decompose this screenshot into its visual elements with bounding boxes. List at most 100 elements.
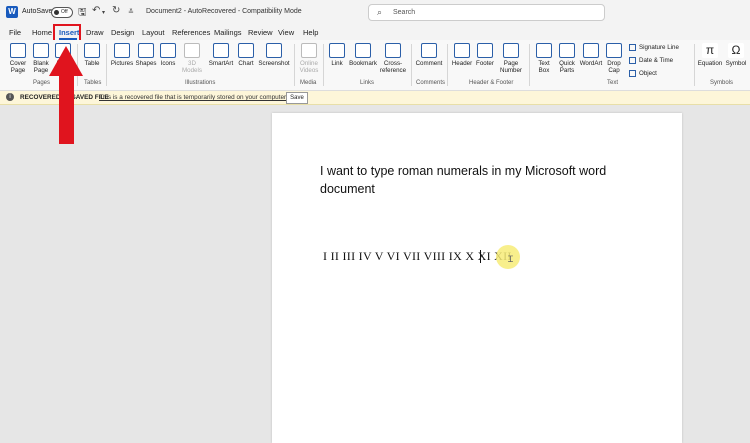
blank-page-icon	[33, 43, 49, 58]
quick-parts-button[interactable]: Quick Parts	[556, 43, 578, 74]
group-media-label: Media	[300, 80, 317, 86]
page-number-button[interactable]: Page Number	[497, 43, 525, 74]
cover-page-icon	[10, 43, 26, 58]
ribbon-separator	[323, 44, 324, 86]
text-box-button[interactable]: Text Box	[534, 43, 554, 74]
pi-icon: π	[702, 43, 718, 58]
tab-draw[interactable]: Draw	[86, 28, 104, 37]
ribbon-separator	[106, 44, 107, 86]
online-videos-button[interactable]: Online Videos	[297, 43, 321, 74]
roman-numerals-line[interactable]: I II III IV V VI VII VIII IX X XI XII	[323, 249, 512, 264]
3d-models-icon	[184, 43, 200, 58]
ibeam-cursor-icon: Ɪ	[508, 254, 514, 264]
table-icon	[84, 43, 100, 58]
tab-file[interactable]: File	[9, 28, 21, 37]
group-links-label: Links	[360, 80, 375, 86]
ribbon-separator	[294, 44, 295, 86]
search-icon: ⌕	[377, 7, 383, 17]
pictures-button[interactable]: Pictures	[110, 43, 134, 67]
link-icon	[329, 43, 345, 58]
group-symbols-label: Symbols	[710, 80, 734, 86]
ribbon-separator	[694, 44, 695, 86]
cover-page-button[interactable]: Cover Page	[6, 43, 30, 74]
autosave-state: Off	[61, 9, 68, 15]
word-logo-icon: W	[6, 6, 18, 18]
icons-icon	[160, 43, 176, 58]
text-box-icon	[536, 43, 552, 58]
ribbon-separator	[411, 44, 412, 86]
bookmark-button[interactable]: Bookmark	[348, 43, 378, 67]
ribbon-separator	[447, 44, 448, 86]
chart-icon	[238, 43, 254, 58]
tab-mailings[interactable]: Mailings	[214, 28, 242, 37]
tab-home[interactable]: Home	[32, 28, 52, 37]
smartart-icon	[213, 43, 229, 58]
undo-dropdown-icon[interactable]: ▾	[102, 9, 105, 16]
smartart-button[interactable]: SmartArt	[207, 43, 235, 67]
autosave-label: AutoSave	[22, 8, 53, 15]
cross-reference-button[interactable]: Cross-reference	[378, 43, 408, 74]
icons-button[interactable]: Icons	[158, 43, 178, 67]
shapes-button[interactable]: Shapes	[135, 43, 157, 67]
ribbon-separator	[529, 44, 530, 86]
document-paragraph[interactable]: I want to type roman numerals in my Micr…	[320, 162, 640, 198]
screenshot-icon	[266, 43, 282, 58]
group-comments-label: Comments	[416, 80, 446, 86]
tab-layout[interactable]: Layout	[142, 28, 165, 37]
group-text-label: Text	[607, 80, 619, 86]
bookmark-icon	[355, 43, 371, 58]
title-bar: W AutoSave Off 🖫 ↶ ▾ ↻ ≚ Document2 - Aut…	[0, 0, 750, 24]
group-illustrations-label: Illustrations	[185, 80, 216, 86]
header-icon	[454, 43, 470, 58]
shapes-icon	[138, 43, 154, 58]
omega-icon: Ω	[728, 43, 744, 58]
3d-models-button[interactable]: 3D Models	[180, 43, 204, 74]
online-videos-icon	[301, 43, 317, 58]
search-box[interactable]: ⌕ Search	[368, 4, 605, 21]
text-cursor	[480, 250, 481, 263]
cross-reference-icon	[385, 43, 401, 58]
redo-icon[interactable]: ↻	[112, 5, 120, 16]
red-arrow-shaft	[59, 74, 74, 144]
tab-view[interactable]: View	[278, 28, 294, 37]
footer-button[interactable]: Footer	[474, 43, 496, 67]
date-time-button[interactable]: Date & Time	[629, 57, 673, 64]
footer-icon	[477, 43, 493, 58]
pictures-icon	[114, 43, 130, 58]
autosave-toggle[interactable]: Off	[51, 7, 73, 18]
symbol-button[interactable]: Ω Symbol	[724, 43, 748, 67]
group-pages-label: Pages	[33, 80, 51, 86]
red-arrow-head-icon	[49, 46, 83, 76]
object-icon	[629, 70, 636, 77]
drop-cap-button[interactable]: Drop Cap	[605, 43, 623, 74]
chart-button[interactable]: Chart	[236, 43, 256, 67]
message-save-button[interactable]: Save	[286, 92, 308, 104]
signature-line-icon	[629, 44, 636, 51]
comment-button[interactable]: Comment	[414, 43, 444, 67]
undo-icon[interactable]: ↶	[92, 5, 100, 16]
tab-help[interactable]: Help	[303, 28, 318, 37]
message-link[interactable]: This is a recovered file that is tempora…	[99, 94, 288, 101]
header-button[interactable]: Header	[450, 43, 474, 67]
tab-references[interactable]: References	[172, 28, 210, 37]
tab-review[interactable]: Review	[248, 28, 273, 37]
toggle-knob-icon	[54, 10, 59, 15]
signature-line-button[interactable]: Signature Line	[629, 44, 679, 51]
group-header-footer-label: Header & Footer	[469, 80, 514, 86]
screenshot-button[interactable]: Screenshot	[257, 43, 291, 67]
ribbon-tabs: File Home Insert Draw Design Layout Refe…	[0, 24, 750, 40]
equation-button[interactable]: π Equation	[697, 43, 723, 67]
tab-design[interactable]: Design	[111, 28, 134, 37]
object-button[interactable]: Object	[629, 70, 657, 77]
recovered-file-message-bar: i RECOVERED UNSAVED FILE This is a recov…	[0, 91, 750, 105]
customize-toolbar-icon[interactable]: ≚	[128, 8, 134, 16]
link-button[interactable]: Link	[327, 43, 347, 67]
ribbon: Cover Page Blank Page Pa... Pages Table …	[0, 40, 750, 91]
document-title: Document2 - AutoRecovered - Compatibilit…	[146, 8, 302, 15]
save-icon[interactable]: 🖫	[78, 5, 87, 22]
search-placeholder: Search	[393, 9, 416, 16]
group-tables-label: Tables	[84, 80, 102, 86]
drop-cap-icon	[606, 43, 622, 58]
table-button[interactable]: Table	[81, 43, 103, 67]
wordart-button[interactable]: WordArt	[579, 43, 603, 67]
